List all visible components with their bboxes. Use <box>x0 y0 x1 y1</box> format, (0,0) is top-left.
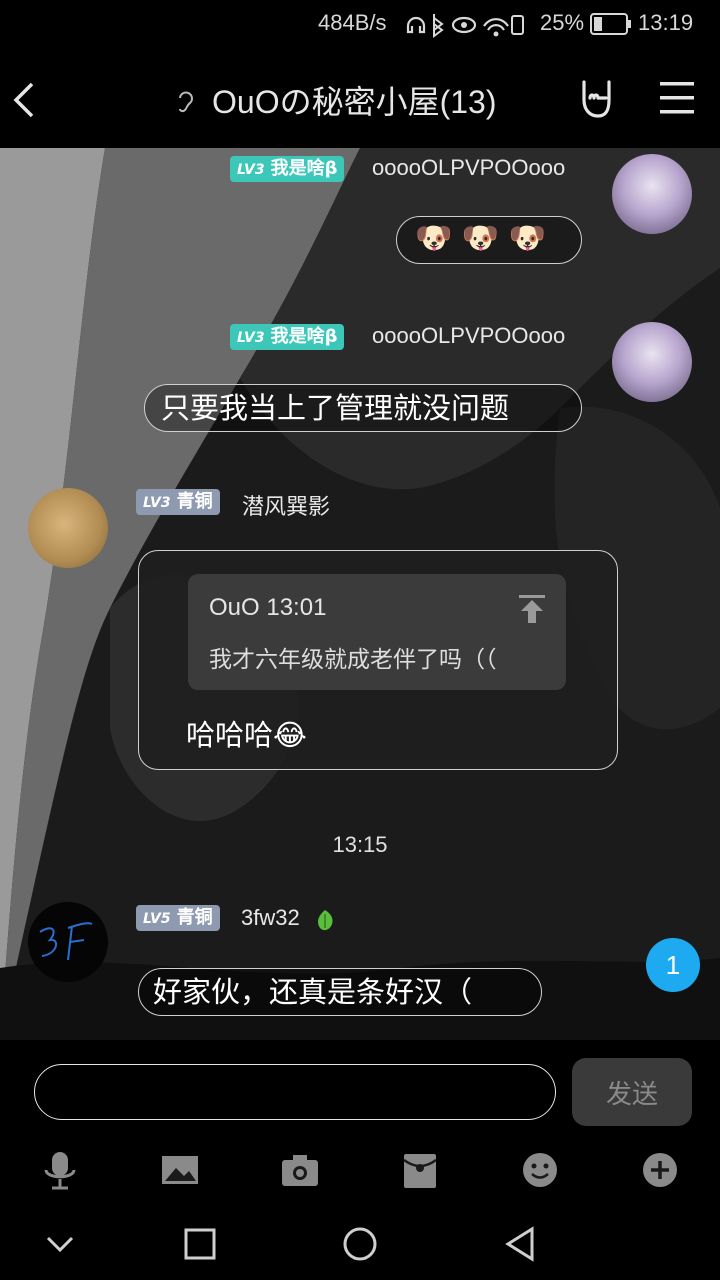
sender-name: ooooOLPVPOOooo <box>372 155 566 180</box>
sender-name: 3fw32 <box>241 905 300 930</box>
avatar[interactable] <box>612 154 692 234</box>
image-icon[interactable] <box>156 1146 204 1194</box>
quoted-text: 我才六年级就成老伴了吗（（ <box>209 647 497 673</box>
back-arrow-icon[interactable] <box>10 80 40 120</box>
microphone-icon[interactable] <box>36 1146 84 1194</box>
avatar[interactable] <box>612 322 692 402</box>
sticker-emoji: 🐶 🐶 🐶 <box>415 221 547 256</box>
chat-header: OuOの秘密小屋(13) <box>0 50 720 148</box>
level-badge: LV3 我是啥β <box>230 324 345 350</box>
ear-icon <box>179 91 193 113</box>
level-badge: LV3 青铜 <box>136 489 220 515</box>
rock-hand-icon[interactable] <box>576 78 618 120</box>
menu-icon[interactable] <box>658 80 696 116</box>
timestamp: 13:15 <box>332 832 388 857</box>
hide-keyboard-icon[interactable] <box>36 1220 84 1268</box>
status-icons <box>406 14 524 38</box>
clock: 13:19 <box>638 10 694 35</box>
avatar[interactable] <box>28 902 108 982</box>
avatar[interactable] <box>28 488 108 568</box>
message-bubble[interactable]: 好家伙，还真是条好汉（ <box>138 968 542 1016</box>
plus-icon[interactable] <box>636 1146 684 1194</box>
sender-name: ooooOLPVPOOooo <box>372 323 566 348</box>
message-text: 只要我当上了管理就没问题 <box>161 391 510 425</box>
input-bar: 发送 <box>0 1040 720 1280</box>
battery-percent: 25% <box>540 10 585 35</box>
message-text: 哈哈哈😂 <box>186 718 307 752</box>
message-bubble[interactable]: 🐶 🐶 🐶 <box>396 216 582 264</box>
message-bubble[interactable]: 只要我当上了管理就没问题 <box>144 384 582 432</box>
sender-name: 潜风巽影 <box>242 494 331 519</box>
message-input[interactable] <box>34 1064 556 1120</box>
message-text: 好家伙，还真是条好汉（ <box>153 975 473 1009</box>
level-badge: LV3 我是啥β <box>230 156 345 182</box>
send-button[interactable]: 发送 <box>572 1058 692 1126</box>
quoted-reply[interactable]: OuO 13:01 我才六年级就成老伴了吗（（ <box>188 574 566 690</box>
quoted-header: OuO 13:01 <box>209 594 327 621</box>
back-nav-icon[interactable] <box>496 1220 544 1268</box>
battery-icon <box>590 13 631 35</box>
status-bar: 484B/s 25% 13:19 <box>0 0 720 50</box>
page-title: OuOの秘密小屋(13) <box>212 84 497 120</box>
network-speed: 484B/s <box>318 10 387 35</box>
level-badge: LV5 青铜 <box>136 905 220 931</box>
leaf-icon <box>317 910 333 931</box>
emoji-icon[interactable] <box>516 1146 564 1194</box>
recent-apps-icon[interactable] <box>176 1220 224 1268</box>
unread-count-badge[interactable]: 1 <box>646 938 700 992</box>
jump-to-top-icon[interactable] <box>518 594 546 624</box>
avatar-drawing <box>39 922 93 961</box>
red-envelope-icon[interactable] <box>396 1146 444 1194</box>
chat-area[interactable]: LV3 我是啥β ooooOLPVPOOooo 🐶 🐶 🐶 LV3 我是啥β ooo… <box>0 148 720 1040</box>
home-icon[interactable] <box>336 1220 384 1268</box>
camera-icon[interactable] <box>276 1146 324 1194</box>
